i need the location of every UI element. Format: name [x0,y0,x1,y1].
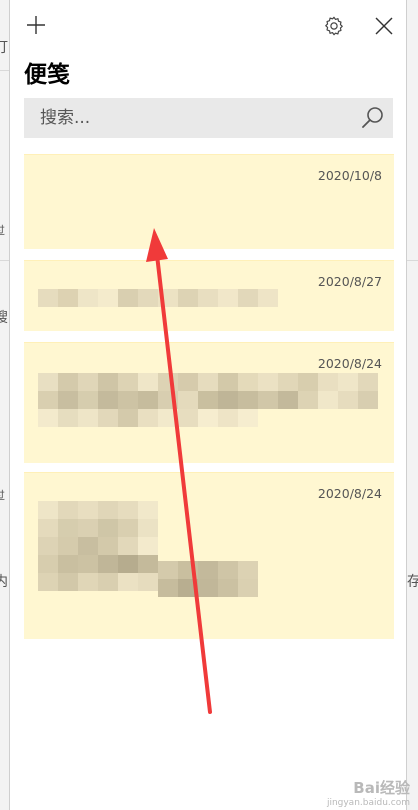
note-card[interactable]: 2020/10/8 [24,154,394,249]
background-text-fragment: 打 [0,40,8,56]
title-bar [10,0,406,52]
gear-icon [325,16,343,36]
sticky-notes-window: 便笺 2020/10/8 2020/8/27 2020/8/24 2020/8/… [9,0,407,810]
page-title: 便笺 [24,62,70,88]
background-text-fragment: 搜 [0,310,8,326]
background-text-fragment: 内 [0,574,8,590]
background-divider [407,260,418,261]
note-date: 2020/8/24 [317,356,382,371]
note-blurred-content [158,561,258,597]
settings-button[interactable] [319,11,349,41]
background-text-fragment: 存 [407,574,418,590]
search-box[interactable] [24,98,393,138]
note-date: 2020/10/8 [317,168,382,183]
note-blurred-content [38,501,158,591]
add-note-button[interactable] [21,10,51,40]
background-divider [0,70,9,71]
note-card[interactable]: 2020/8/24 [24,472,394,639]
note-card[interactable]: 2020/8/24 [24,342,394,463]
watermark-subtext: jingyan.baidu.com [326,798,410,808]
background-text-fragment: 过 [0,488,5,504]
background-text-fragment: 过 [0,223,5,239]
background-divider [0,260,9,261]
watermark: Bai经验 jingyan.baidu.com [327,777,410,808]
note-card[interactable]: 2020/8/27 [24,260,394,331]
search-input[interactable] [24,98,354,138]
plus-icon [27,16,45,34]
close-icon [375,17,393,35]
note-date: 2020/8/24 [317,486,382,501]
close-button[interactable] [369,11,399,41]
background-left-edge [0,0,9,810]
note-blurred-content [38,289,278,307]
background-right-edge [407,0,418,810]
note-blurred-content [38,373,378,427]
watermark-text: Bai经验 [353,779,410,797]
note-date: 2020/8/27 [317,274,382,289]
search-icon[interactable] [359,104,387,132]
